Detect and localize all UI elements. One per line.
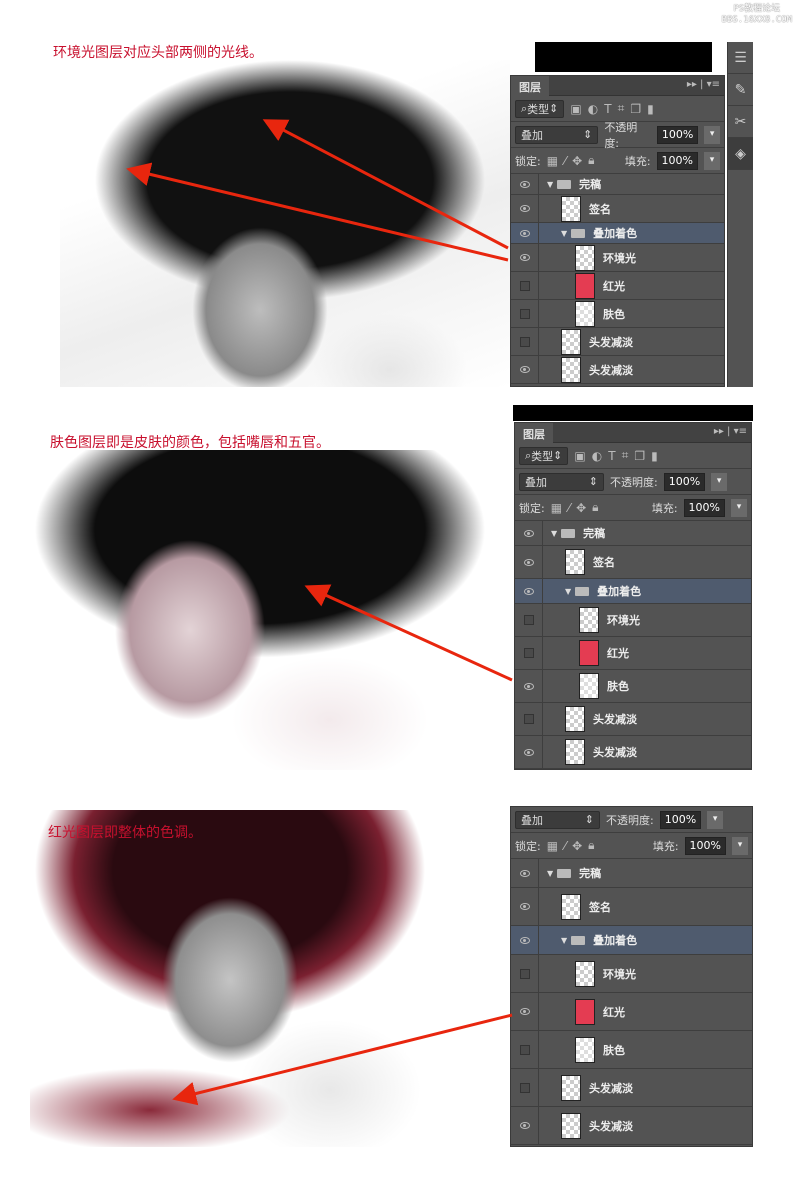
- arrow-to-red-hair: [172, 1013, 513, 1106]
- caption-2: 肤色图层即是皮肤的颜色，包括嘴唇和五官。: [50, 435, 330, 451]
- caption-3: 红光图层即整体的色调。: [48, 825, 202, 841]
- annotation-arrows: [126, 119, 513, 1106]
- arrow-to-hair-side: [126, 162, 509, 262]
- arrow-to-skin: [304, 584, 513, 682]
- arrow-to-hair-top: [262, 119, 509, 250]
- caption-1: 环境光图层对应头部两侧的光线。: [53, 45, 263, 61]
